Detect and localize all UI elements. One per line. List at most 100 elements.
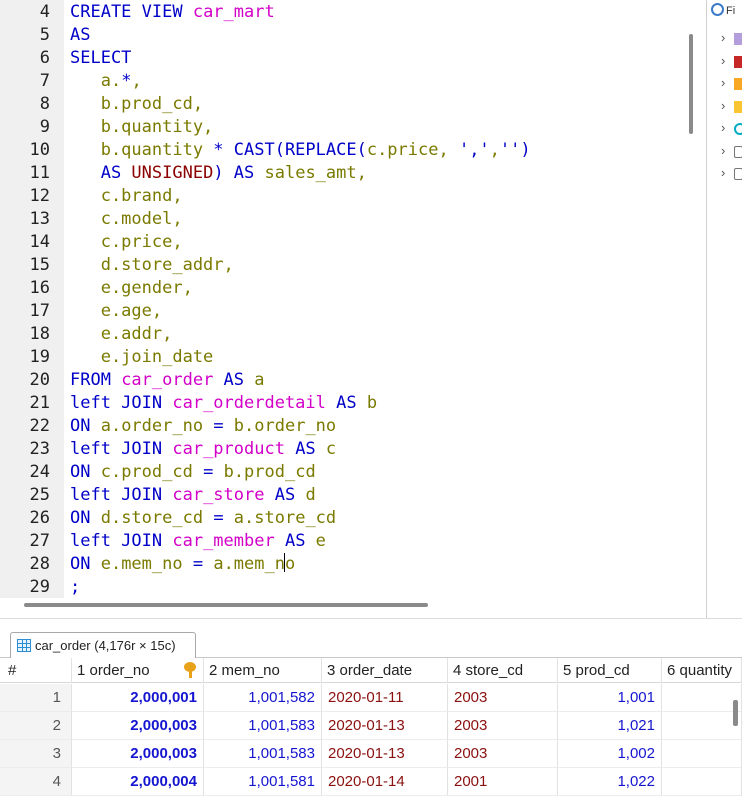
table-cell-mem-no[interactable]: 1,001,581 [204,768,322,796]
line-number: 21 [29,393,50,413]
table-cell-order-date[interactable]: 2020-01-13 [322,740,448,768]
code-line[interactable]: 14 c.price, [0,231,690,254]
code-line[interactable]: 23 left JOIN car_product AS c [0,438,690,461]
code-text: ON c.prod_cd = b.prod_cd [70,461,316,484]
code-line[interactable]: 29; [0,576,690,598]
chevron-right-icon[interactable]: › [721,30,725,45]
code-line[interactable]: 12 c.brand, [0,185,690,208]
code-line[interactable]: 9 b.quantity, [0,116,690,139]
column-header-order-no[interactable]: 1 order_no [72,658,204,683]
table-cell-order-no[interactable]: 2,000,001 [72,684,204,712]
table-cell-quantity[interactable] [662,768,742,796]
table-row[interactable]: 3 2,000,003 1,001,583 2020-01-13 2003 1,002 [0,740,742,768]
table-cell-order-no[interactable]: 2,000,003 [72,740,204,768]
table-cell-mem-no[interactable]: 1,001,583 [204,740,322,768]
chevron-right-icon[interactable]: › [721,53,725,68]
editor-vertical-scrollbar[interactable] [685,0,699,598]
table-row[interactable]: 2 2,000,003 1,001,583 2020-01-13 2003 1,021 [0,712,742,740]
navigator-tree-item[interactable]: › [721,96,742,118]
code-token: o [284,554,296,574]
chevron-right-icon[interactable]: › [721,143,725,158]
code-line[interactable]: 22 ON a.order_no = b.order_no [0,415,690,438]
code-token: FROM [70,370,122,390]
column-header-prod-cd[interactable]: 5 prod_cd [558,658,662,683]
code-line[interactable]: 21 left JOIN car_orderdetail AS b [0,392,690,415]
code-line[interactable]: 25 left JOIN car_store AS d [0,484,690,507]
row-number-header[interactable]: # [0,658,72,683]
chevron-right-icon[interactable]: › [721,75,725,90]
table-cell-order-date[interactable]: 2020-01-13 [322,712,448,740]
code-text: left JOIN car_member AS e [70,530,326,553]
table-cell-store-cd[interactable]: 2003 [448,740,558,768]
code-line[interactable]: 20 FROM car_order AS a [0,369,690,392]
code-line[interactable]: 4 CREATE VIEW car_mart [0,1,690,24]
row-number-cell[interactable]: 1 [0,684,72,712]
code-line[interactable]: 26 ON d.store_cd = a.store_cd [0,507,690,530]
grid-vertical-scroll-thumb[interactable] [733,700,738,726]
table-cell-quantity[interactable] [662,684,742,712]
table-row[interactable]: 4 2,000,004 1,001,581 2020-01-14 2001 1,022 [0,768,742,796]
column-header-mem-no[interactable]: 2 mem_no [204,658,322,683]
row-number-cell[interactable]: 4 [0,768,72,796]
code-line[interactable]: 17 e.age, [0,300,690,323]
column-header-order-date[interactable]: 3 order_date [322,658,448,683]
editor-horizontal-scroll-thumb[interactable] [24,603,428,607]
table-cell-prod-cd[interactable]: 1,022 [558,768,662,796]
table-cell-order-no[interactable]: 2,000,004 [72,768,204,796]
code-line[interactable]: 13 c.model, [0,208,690,231]
row-number-cell[interactable]: 3 [0,740,72,768]
table-cell-mem-no[interactable]: 1,001,582 [204,684,322,712]
line-number: 19 [29,347,50,367]
code-token: * [121,71,132,91]
code-token: ON [70,554,101,574]
code-line[interactable]: 28 ON e.mem_no = a.mem_no [0,553,690,576]
code-line[interactable]: 16 e.gender, [0,277,690,300]
navigator-tree-item[interactable]: › [721,163,742,185]
table-cell-order-no[interactable]: 2,000,003 [72,712,204,740]
chevron-right-icon[interactable]: › [721,98,725,113]
code-line[interactable]: 19 e.join_date [0,346,690,369]
result-grid[interactable]: #1 order_no 2 mem_no 3 order_date 4 store_c… [0,658,742,798]
code-line[interactable]: 5 AS [0,24,690,47]
table-cell-prod-cd[interactable]: 1,002 [558,740,662,768]
code-line[interactable]: 27 left JOIN car_member AS e [0,530,690,553]
code-line[interactable]: 6 SELECT [0,47,690,70]
editor-horizontal-scrollbar[interactable] [0,598,700,612]
row-number-cell[interactable]: 2 [0,712,72,740]
navigator-tree-item[interactable]: › [721,73,742,95]
column-header-store-cd[interactable]: 4 store_cd [448,658,558,683]
table-cell-order-date[interactable]: 2020-01-14 [322,768,448,796]
table-cell-prod-cd[interactable]: 1,021 [558,712,662,740]
table-cell-order-date[interactable]: 2020-01-11 [322,684,448,712]
navigator-tree-item[interactable]: › [721,28,742,50]
navigator-tree-item[interactable]: › [721,51,742,73]
table-cell-prod-cd[interactable]: 1,001 [558,684,662,712]
navigator-tree-item[interactable]: › [721,141,742,163]
table-cell-store-cd[interactable]: 2003 [448,684,558,712]
table-cell-store-cd[interactable]: 2001 [448,768,558,796]
code-line[interactable]: 18 e.addr, [0,323,690,346]
sql-editor[interactable]: 4 CREATE VIEW car_mart 5 AS 6 SELECT 7 a.*, 8 b… [0,0,700,598]
code-line[interactable]: 7 a.*, [0,70,690,93]
table-cell-store-cd[interactable]: 2003 [448,712,558,740]
chevron-right-icon[interactable]: › [721,165,725,180]
code-line[interactable]: 10 b.quantity * CAST(REPLACE(c.price, ',… [0,139,690,162]
column-header-quantity[interactable]: 6 quantity [662,658,742,683]
table-cell-quantity[interactable] [662,740,742,768]
code-token: car_store [172,485,265,505]
table-row[interactable]: 1 2,000,001 1,001,582 2020-01-11 2003 1,001 [0,684,742,712]
table-cell-mem-no[interactable]: 1,001,583 [204,712,322,740]
chevron-right-icon[interactable]: › [721,120,725,135]
code-token: left JOIN [70,439,173,459]
code-line[interactable]: 11 AS UNSIGNED) AS sales_amt, [0,162,690,185]
table-cell-quantity[interactable] [662,712,742,740]
panel-divider[interactable] [0,618,742,628]
navigator-filter[interactable]: Fi [711,3,735,17]
code-line[interactable]: 15 d.store_addr, [0,254,690,277]
tab-car-order-results[interactable]: car_order (4,176r × 15c) [10,632,196,659]
editor-vertical-scroll-thumb[interactable] [689,34,693,134]
code-line[interactable]: 24 ON c.prod_cd = b.prod_cd [0,461,690,484]
navigator-tree-item[interactable]: › [721,118,742,140]
code-token: left JOIN [70,485,173,505]
code-line[interactable]: 8 b.prod_cd, [0,93,690,116]
